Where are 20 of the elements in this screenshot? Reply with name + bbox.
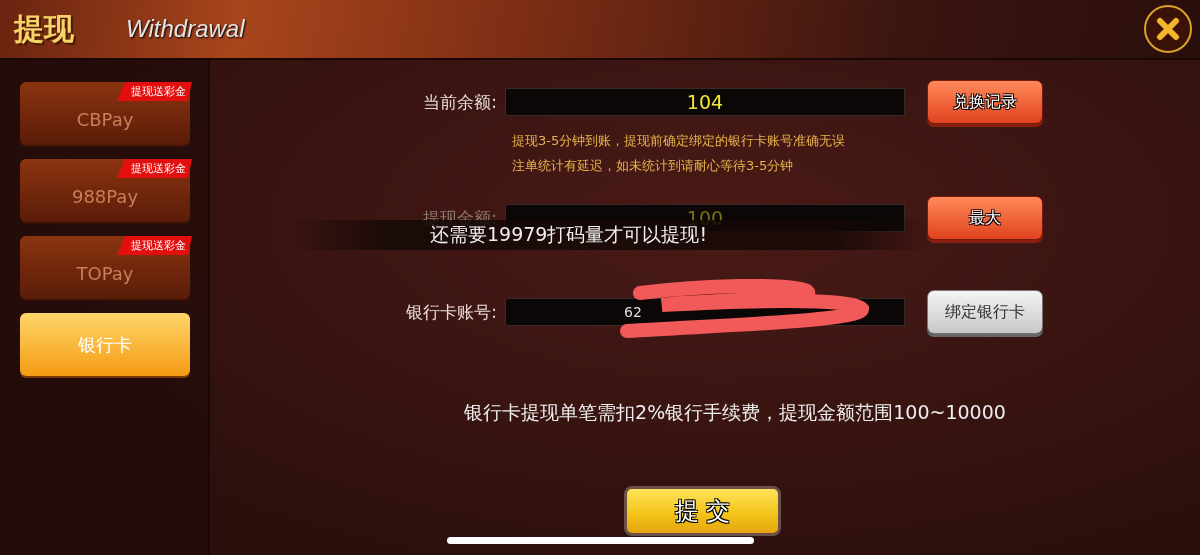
balance-field: 104 <box>505 88 905 116</box>
action-button[interactable]: 绑定银行卡 <box>927 290 1043 334</box>
bonus-badge: 提现送彩金 <box>117 236 192 255</box>
page-subtitle: Withdrawal <box>126 15 245 43</box>
notice-text: 提现3-5分钟到账，提现前确定绑定的银行卡账号准确无误 <box>512 132 847 150</box>
payment-tab[interactable]: 提现送彩金 TOPay <box>20 236 190 299</box>
field-label: 银行卡账号: <box>405 300 498 324</box>
payment-tab[interactable]: 提现送彩金 CBPay <box>20 82 190 145</box>
payment-tab[interactable]: 提现送彩金 988Pay <box>20 159 190 222</box>
action-button[interactable]: 兑换记录 <box>927 80 1043 124</box>
fee-notice: 银行卡提现单笔需扣2%银行手续费，提现金额范围100~10000 <box>463 400 1007 425</box>
bonus-badge: 提现送彩金 <box>117 82 192 101</box>
action-button[interactable]: 最大 <box>927 196 1043 240</box>
bonus-badge: 提现送彩金 <box>117 159 192 178</box>
page-title: 提现 <box>14 9 74 48</box>
field-label: 当前余额: <box>422 90 498 114</box>
card-number-text: 62 <box>624 304 642 320</box>
notice-text: 注单统计有延迟，如未统计到请耐心等待3-5分钟 <box>512 157 795 175</box>
close-icon <box>1156 17 1180 41</box>
close-button[interactable] <box>1144 5 1192 53</box>
